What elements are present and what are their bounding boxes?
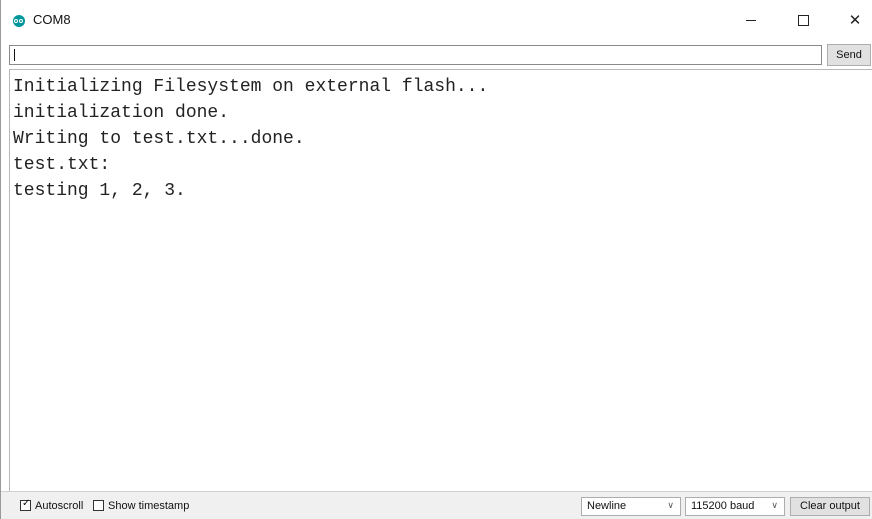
serial-monitor-window: COM8 ✕ Send Initializing Filesystem on e… xyxy=(0,0,872,519)
title-bar[interactable]: COM8 ✕ xyxy=(1,0,872,38)
chevron-down-icon: ∨ xyxy=(667,501,674,511)
arduino-icon xyxy=(13,15,25,27)
minimize-icon xyxy=(746,20,756,21)
autoscroll-label[interactable]: Autoscroll xyxy=(35,500,83,512)
minimize-button[interactable] xyxy=(736,9,766,31)
window-title: COM8 xyxy=(33,12,71,27)
show-timestamp-checkbox[interactable] xyxy=(93,500,104,511)
line-ending-value: Newline xyxy=(587,500,627,512)
close-icon: ✕ xyxy=(848,11,862,29)
checkmark-icon: ✓ xyxy=(22,498,31,509)
serial-output[interactable]: Initializing Filesystem on external flas… xyxy=(9,69,872,491)
autoscroll-checkbox[interactable]: ✓ xyxy=(20,498,31,511)
output-line: initialization done. xyxy=(13,103,230,123)
chevron-down-icon: ∨ xyxy=(771,501,778,511)
maximize-icon xyxy=(797,15,809,26)
output-line: Writing to test.txt...done. xyxy=(13,129,305,149)
serial-input[interactable] xyxy=(9,45,822,65)
baud-rate-value: 115200 baud xyxy=(691,500,755,512)
send-row: Send xyxy=(1,42,872,68)
maximize-button[interactable] xyxy=(788,9,818,31)
clear-output-button[interactable]: Clear output xyxy=(790,497,870,516)
output-line: test.txt: xyxy=(13,155,111,175)
show-timestamp-label[interactable]: Show timestamp xyxy=(108,500,189,512)
baud-rate-select[interactable]: 115200 baud ∨ xyxy=(685,497,785,516)
status-bar: ✓ Autoscroll Show timestamp Newline ∨ 11… xyxy=(1,491,872,519)
output-line: Initializing Filesystem on external flas… xyxy=(13,77,489,97)
close-button[interactable]: ✕ xyxy=(840,9,870,31)
send-button[interactable]: Send xyxy=(827,44,871,66)
text-caret xyxy=(14,49,15,61)
line-ending-select[interactable]: Newline ∨ xyxy=(581,497,681,516)
output-line: testing 1, 2, 3. xyxy=(13,181,186,201)
